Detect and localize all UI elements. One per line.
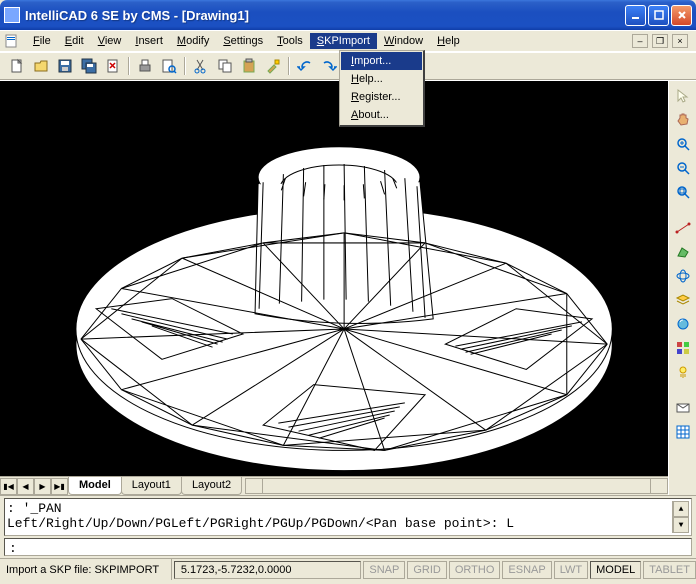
document-icon xyxy=(4,33,20,49)
materials-icon[interactable] xyxy=(672,337,694,359)
command-history[interactable]: : '_PAN Left/Right/Up/Down/PGLeft/PGRigh… xyxy=(4,498,692,536)
tab-last-button[interactable]: ▶▮ xyxy=(51,478,68,495)
pan-icon[interactable] xyxy=(672,109,694,131)
toggle-esnap[interactable]: ESNAP xyxy=(502,561,551,579)
zoom-extents-icon[interactable] xyxy=(672,181,694,203)
dropdown-import[interactable]: Import... xyxy=(341,52,422,70)
tabbar: ▮◀ ◀ ▶ ▶▮ Model Layout1 Layout2 xyxy=(0,476,668,495)
menu-help[interactable]: Help xyxy=(430,33,467,49)
tab-layout2[interactable]: Layout2 xyxy=(181,477,242,495)
menu-modify[interactable]: Modify xyxy=(170,33,216,49)
mdi-minimize-button[interactable]: – xyxy=(632,34,648,48)
menu-view[interactable]: View xyxy=(91,33,129,49)
dropdown-register[interactable]: Register... xyxy=(341,88,422,106)
menu-insert[interactable]: Insert xyxy=(128,33,170,49)
cut-button[interactable] xyxy=(190,55,212,77)
command-scrollbar[interactable]: ▲▼ xyxy=(672,501,689,533)
drawing-canvas[interactable] xyxy=(0,81,668,476)
toggle-model[interactable]: MODEL xyxy=(590,561,641,579)
tab-prev-button[interactable]: ◀ xyxy=(17,478,34,495)
redo-button[interactable] xyxy=(318,55,340,77)
app-icon xyxy=(4,7,20,23)
toggle-grid[interactable]: GRID xyxy=(407,561,447,579)
menu-settings[interactable]: Settings xyxy=(216,33,270,49)
new-button[interactable] xyxy=(6,55,28,77)
view-icon[interactable] xyxy=(672,397,694,419)
toggle-tablet[interactable]: TABLET xyxy=(643,561,696,579)
toggle-ortho[interactable]: ORTHO xyxy=(449,561,501,579)
command-input[interactable]: : xyxy=(4,538,692,556)
close-doc-button[interactable] xyxy=(102,55,124,77)
menu-edit[interactable]: Edit xyxy=(58,33,91,49)
tab-layout1[interactable]: Layout1 xyxy=(121,477,182,495)
status-coords: 5.1723,-5.7232,0.0000 xyxy=(174,561,362,579)
menubar: File Edit View Insert Modify Settings To… xyxy=(0,30,696,52)
close-button[interactable] xyxy=(671,5,692,26)
menu-file[interactable]: File xyxy=(26,33,58,49)
cursor-icon[interactable] xyxy=(672,85,694,107)
grid-icon[interactable] xyxy=(672,421,694,443)
print-button[interactable] xyxy=(134,55,156,77)
save-all-button[interactable] xyxy=(78,55,100,77)
undo-button[interactable] xyxy=(294,55,316,77)
titlebar: IntelliCAD 6 SE by CMS - [Drawing1] xyxy=(0,0,696,30)
command-panel: : '_PAN Left/Right/Up/Down/PGLeft/PGRigh… xyxy=(0,495,696,556)
tab-next-button[interactable]: ▶ xyxy=(34,478,51,495)
status-hint: Import a SKP file: SKPIMPORT xyxy=(0,559,172,580)
copy-button[interactable] xyxy=(214,55,236,77)
horizontal-scrollbar[interactable] xyxy=(245,478,668,494)
window-title: IntelliCAD 6 SE by CMS - [Drawing1] xyxy=(25,8,625,23)
toggle-lwt[interactable]: LWT xyxy=(554,561,588,579)
zoom-out-icon[interactable] xyxy=(672,157,694,179)
print-preview-button[interactable] xyxy=(158,55,180,77)
area-icon[interactable] xyxy=(672,241,694,263)
maximize-button[interactable] xyxy=(648,5,669,26)
distance-icon[interactable] xyxy=(672,217,694,239)
tab-model[interactable]: Model xyxy=(68,477,122,495)
menu-skpimport[interactable]: SKPImport xyxy=(310,33,377,49)
layers-icon[interactable] xyxy=(672,289,694,311)
statusbar: Import a SKP file: SKPIMPORT 5.1723,-5.7… xyxy=(0,558,696,580)
wireframe-model xyxy=(0,81,668,476)
menu-tools[interactable]: Tools xyxy=(270,33,310,49)
render-icon[interactable] xyxy=(672,313,694,335)
dropdown-help[interactable]: Help... xyxy=(341,70,422,88)
toggle-snap[interactable]: SNAP xyxy=(363,561,405,579)
match-prop-button[interactable] xyxy=(262,55,284,77)
mdi-restore-button[interactable]: ❐ xyxy=(652,34,668,48)
skpimport-dropdown: Import... Help... Register... About... xyxy=(339,50,425,127)
save-button[interactable] xyxy=(54,55,76,77)
open-button[interactable] xyxy=(30,55,52,77)
light-icon[interactable] xyxy=(672,361,694,383)
orbit-icon[interactable] xyxy=(672,265,694,287)
zoom-in-icon[interactable] xyxy=(672,133,694,155)
tab-first-button[interactable]: ▮◀ xyxy=(0,478,17,495)
workarea: ▮◀ ◀ ▶ ▶▮ Model Layout1 Layout2 xyxy=(0,80,696,495)
mdi-close-button[interactable]: × xyxy=(672,34,688,48)
paste-button[interactable] xyxy=(238,55,260,77)
minimize-button[interactable] xyxy=(625,5,646,26)
dropdown-about[interactable]: About... xyxy=(341,106,422,124)
menu-window[interactable]: Window xyxy=(377,33,430,49)
right-toolbar xyxy=(668,81,696,495)
